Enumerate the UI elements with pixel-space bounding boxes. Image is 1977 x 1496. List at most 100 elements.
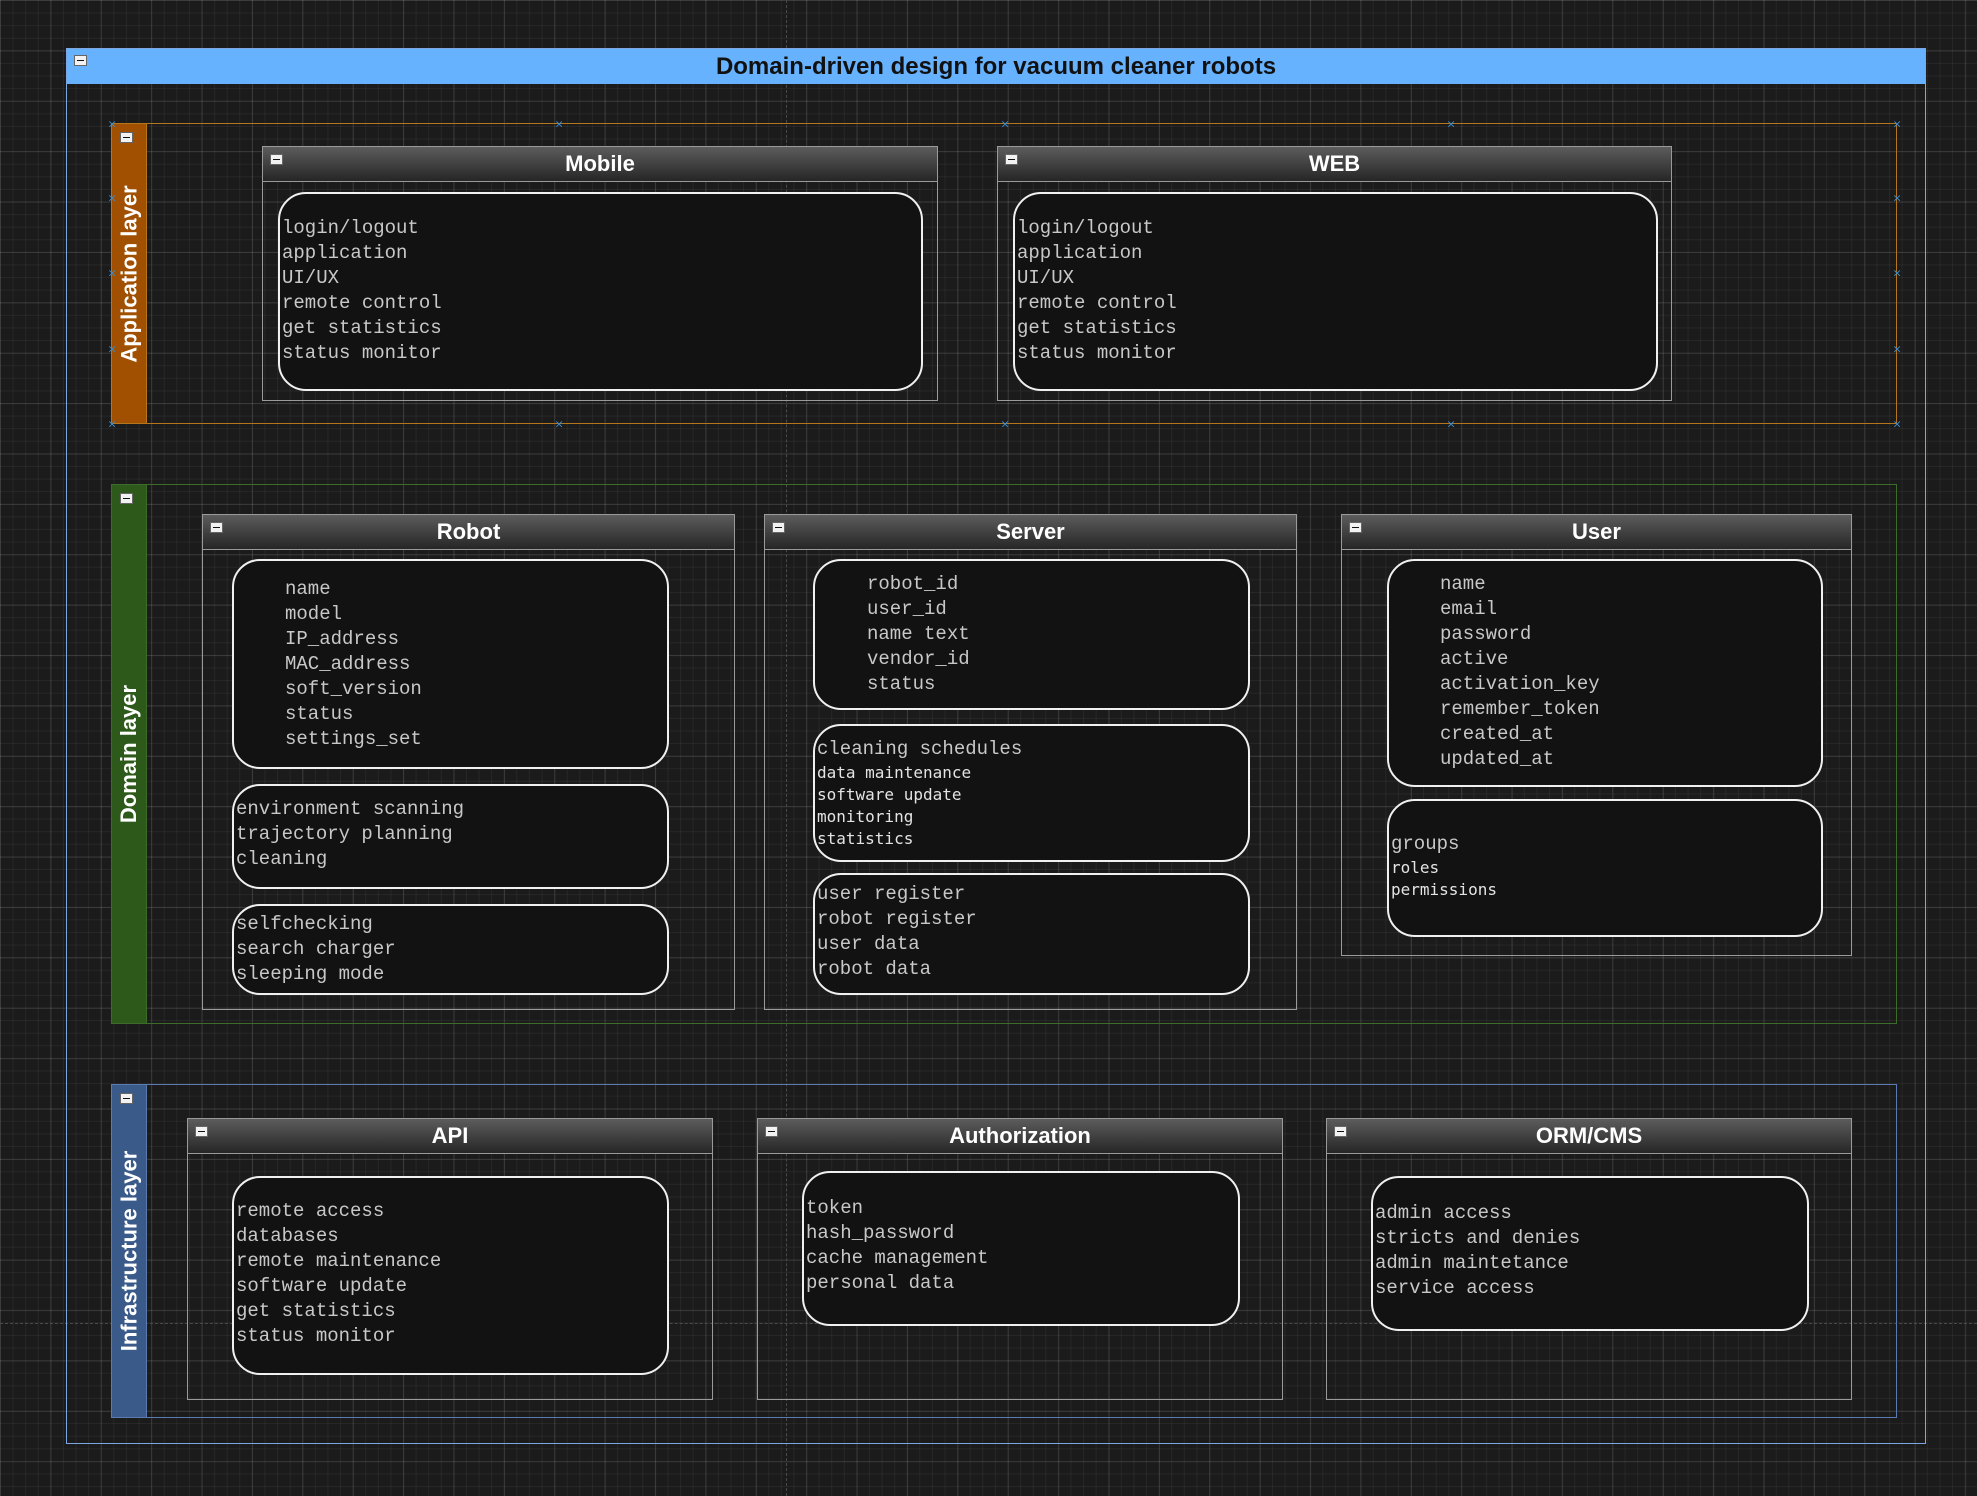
mobile-card[interactable]: login/logout application UI/UX remote co… [278,192,923,391]
resize-handle-icon[interactable]: × [1893,344,1902,355]
list-item: hash_password [806,1222,955,1244]
resize-handle-icon[interactable]: × [108,419,117,430]
list-item: remote access [236,1200,385,1222]
list-item: remote control [1017,292,1177,314]
list-item: IP_address [285,628,400,650]
robot-container[interactable]: Robot name model IP_address MAC_address … [202,514,735,1010]
list-item: robot register [817,908,977,930]
mobile-container[interactable]: Mobile login/logout application UI/UX re… [262,146,938,401]
user-access-card[interactable]: groups roles permissions [1387,799,1823,937]
orm-cms-title: ORM/CMS [1327,1119,1851,1154]
list-item: password [1440,623,1532,645]
list-item: stricts and denies [1375,1227,1581,1249]
list-item: login/logout [282,217,419,239]
authorization-container[interactable]: Authorization token hash_password cache … [757,1118,1283,1400]
list-item: model [285,603,343,625]
resize-handle-icon[interactable]: × [1001,119,1010,130]
resize-handle-icon[interactable]: × [108,119,117,130]
collapse-icon[interactable] [270,154,283,165]
list-item: personal data [806,1272,955,1294]
list-item: environment scanning [236,798,465,820]
list-item: search charger [236,938,396,960]
collapse-icon[interactable] [120,493,133,504]
user-attributes-card[interactable]: name email password active activation_ke… [1387,559,1823,787]
robot-attributes-card[interactable]: name model IP_address MAC_address soft_v… [232,559,669,769]
collapse-icon[interactable] [1005,154,1018,165]
list-item: status monitor [282,342,442,364]
resize-handle-icon[interactable]: × [1447,119,1456,130]
server-attributes-card[interactable]: robot_id user_id name text vendor_id sta… [813,559,1250,710]
authorization-title: Authorization [758,1119,1282,1154]
server-registry-card[interactable]: user register robot register user data r… [813,873,1250,995]
list-item: statistics [817,829,914,848]
resize-handle-icon[interactable]: × [1001,419,1010,430]
web-card[interactable]: login/logout application UI/UX remote co… [1013,192,1658,391]
robot-behavior-card[interactable]: environment scanning trajectory planning… [232,784,669,889]
resize-handle-icon[interactable]: × [108,344,117,355]
list-item: status monitor [236,1325,396,1347]
collapse-icon[interactable] [772,522,785,533]
resize-handle-icon[interactable]: × [1893,193,1902,204]
list-item: admin access [1375,1202,1512,1224]
api-container[interactable]: API remote access databases remote maint… [187,1118,713,1400]
collapse-icon[interactable] [1334,1126,1347,1137]
application-layer-label: Application layer [116,184,142,363]
resize-handle-icon[interactable]: × [1893,119,1902,130]
list-item: status [285,703,354,725]
resize-handle-icon[interactable]: × [1893,419,1902,430]
collapse-icon[interactable] [120,1093,133,1104]
application-layer[interactable]: Application layer Mobile login/logout ap… [111,123,1897,424]
resize-handle-icon[interactable]: × [555,119,564,130]
collapse-icon[interactable] [210,522,223,533]
orm-cms-card[interactable]: admin access stricts and denies admin ma… [1371,1176,1809,1331]
list-item: UI/UX [282,267,340,289]
server-title: Server [765,515,1296,550]
collapse-icon[interactable] [74,55,87,66]
server-container[interactable]: Server robot_id user_id name text vendor… [764,514,1297,1010]
diagram-title[interactable]: Domain-driven design for vacuum cleaner … [67,49,1925,84]
domain-layer[interactable]: Domain layer Robot name model IP_address… [111,484,1897,1024]
infrastructure-layer-label: Infrastructure layer [116,1150,142,1352]
domain-layer-label-wrap: Domain layer [112,485,147,1023]
list-item: software update [236,1275,408,1297]
server-maintenance-card[interactable]: cleaning schedules data maintenance soft… [813,724,1250,862]
list-item: status [867,673,936,695]
user-container[interactable]: User name email password active activati… [1341,514,1852,956]
list-item: software update [817,785,962,804]
web-container[interactable]: WEB login/logout application UI/UX remot… [997,146,1672,401]
collapse-icon[interactable] [120,132,133,143]
list-item: activation_key [1440,673,1600,695]
robot-title: Robot [203,515,734,550]
list-item: UI/UX [1017,267,1075,289]
resize-handle-icon[interactable]: × [555,419,564,430]
resize-handle-icon[interactable]: × [1447,419,1456,430]
orm-cms-container[interactable]: ORM/CMS admin access stricts and denies … [1326,1118,1852,1400]
authorization-card[interactable]: token hash_password cache management per… [802,1171,1240,1326]
list-item: permissions [1391,880,1497,899]
list-item: soft_version [285,678,422,700]
resize-handle-icon[interactable]: × [108,268,117,279]
list-item: roles [1391,858,1440,877]
collapse-icon[interactable] [765,1126,778,1137]
list-item: remote control [282,292,442,314]
list-item: monitoring [817,807,914,826]
collapse-icon[interactable] [1349,522,1362,533]
list-item: data maintenance [817,763,972,782]
list-item: selfchecking [236,913,373,935]
list-item: user register [817,883,966,905]
list-item: robot_id [867,573,959,595]
collapse-icon[interactable] [195,1126,208,1137]
resize-handle-icon[interactable]: × [1893,268,1902,279]
list-item: user data [817,933,920,955]
list-item: remember_token [1440,698,1600,720]
infrastructure-layer[interactable]: Infrastructure layer API remote access d… [111,1084,1897,1418]
web-title: WEB [998,147,1671,182]
robot-service-card[interactable]: selfchecking search charger sleeping mod… [232,904,669,995]
api-title: API [188,1119,712,1154]
api-card[interactable]: remote access databases remote maintenan… [232,1176,669,1375]
list-item: name [285,578,331,600]
application-layer-label-wrap: Application layer [112,124,147,423]
list-item: vendor_id [867,648,970,670]
list-item: service access [1375,1277,1535,1299]
resize-handle-icon[interactable]: × [108,193,117,204]
